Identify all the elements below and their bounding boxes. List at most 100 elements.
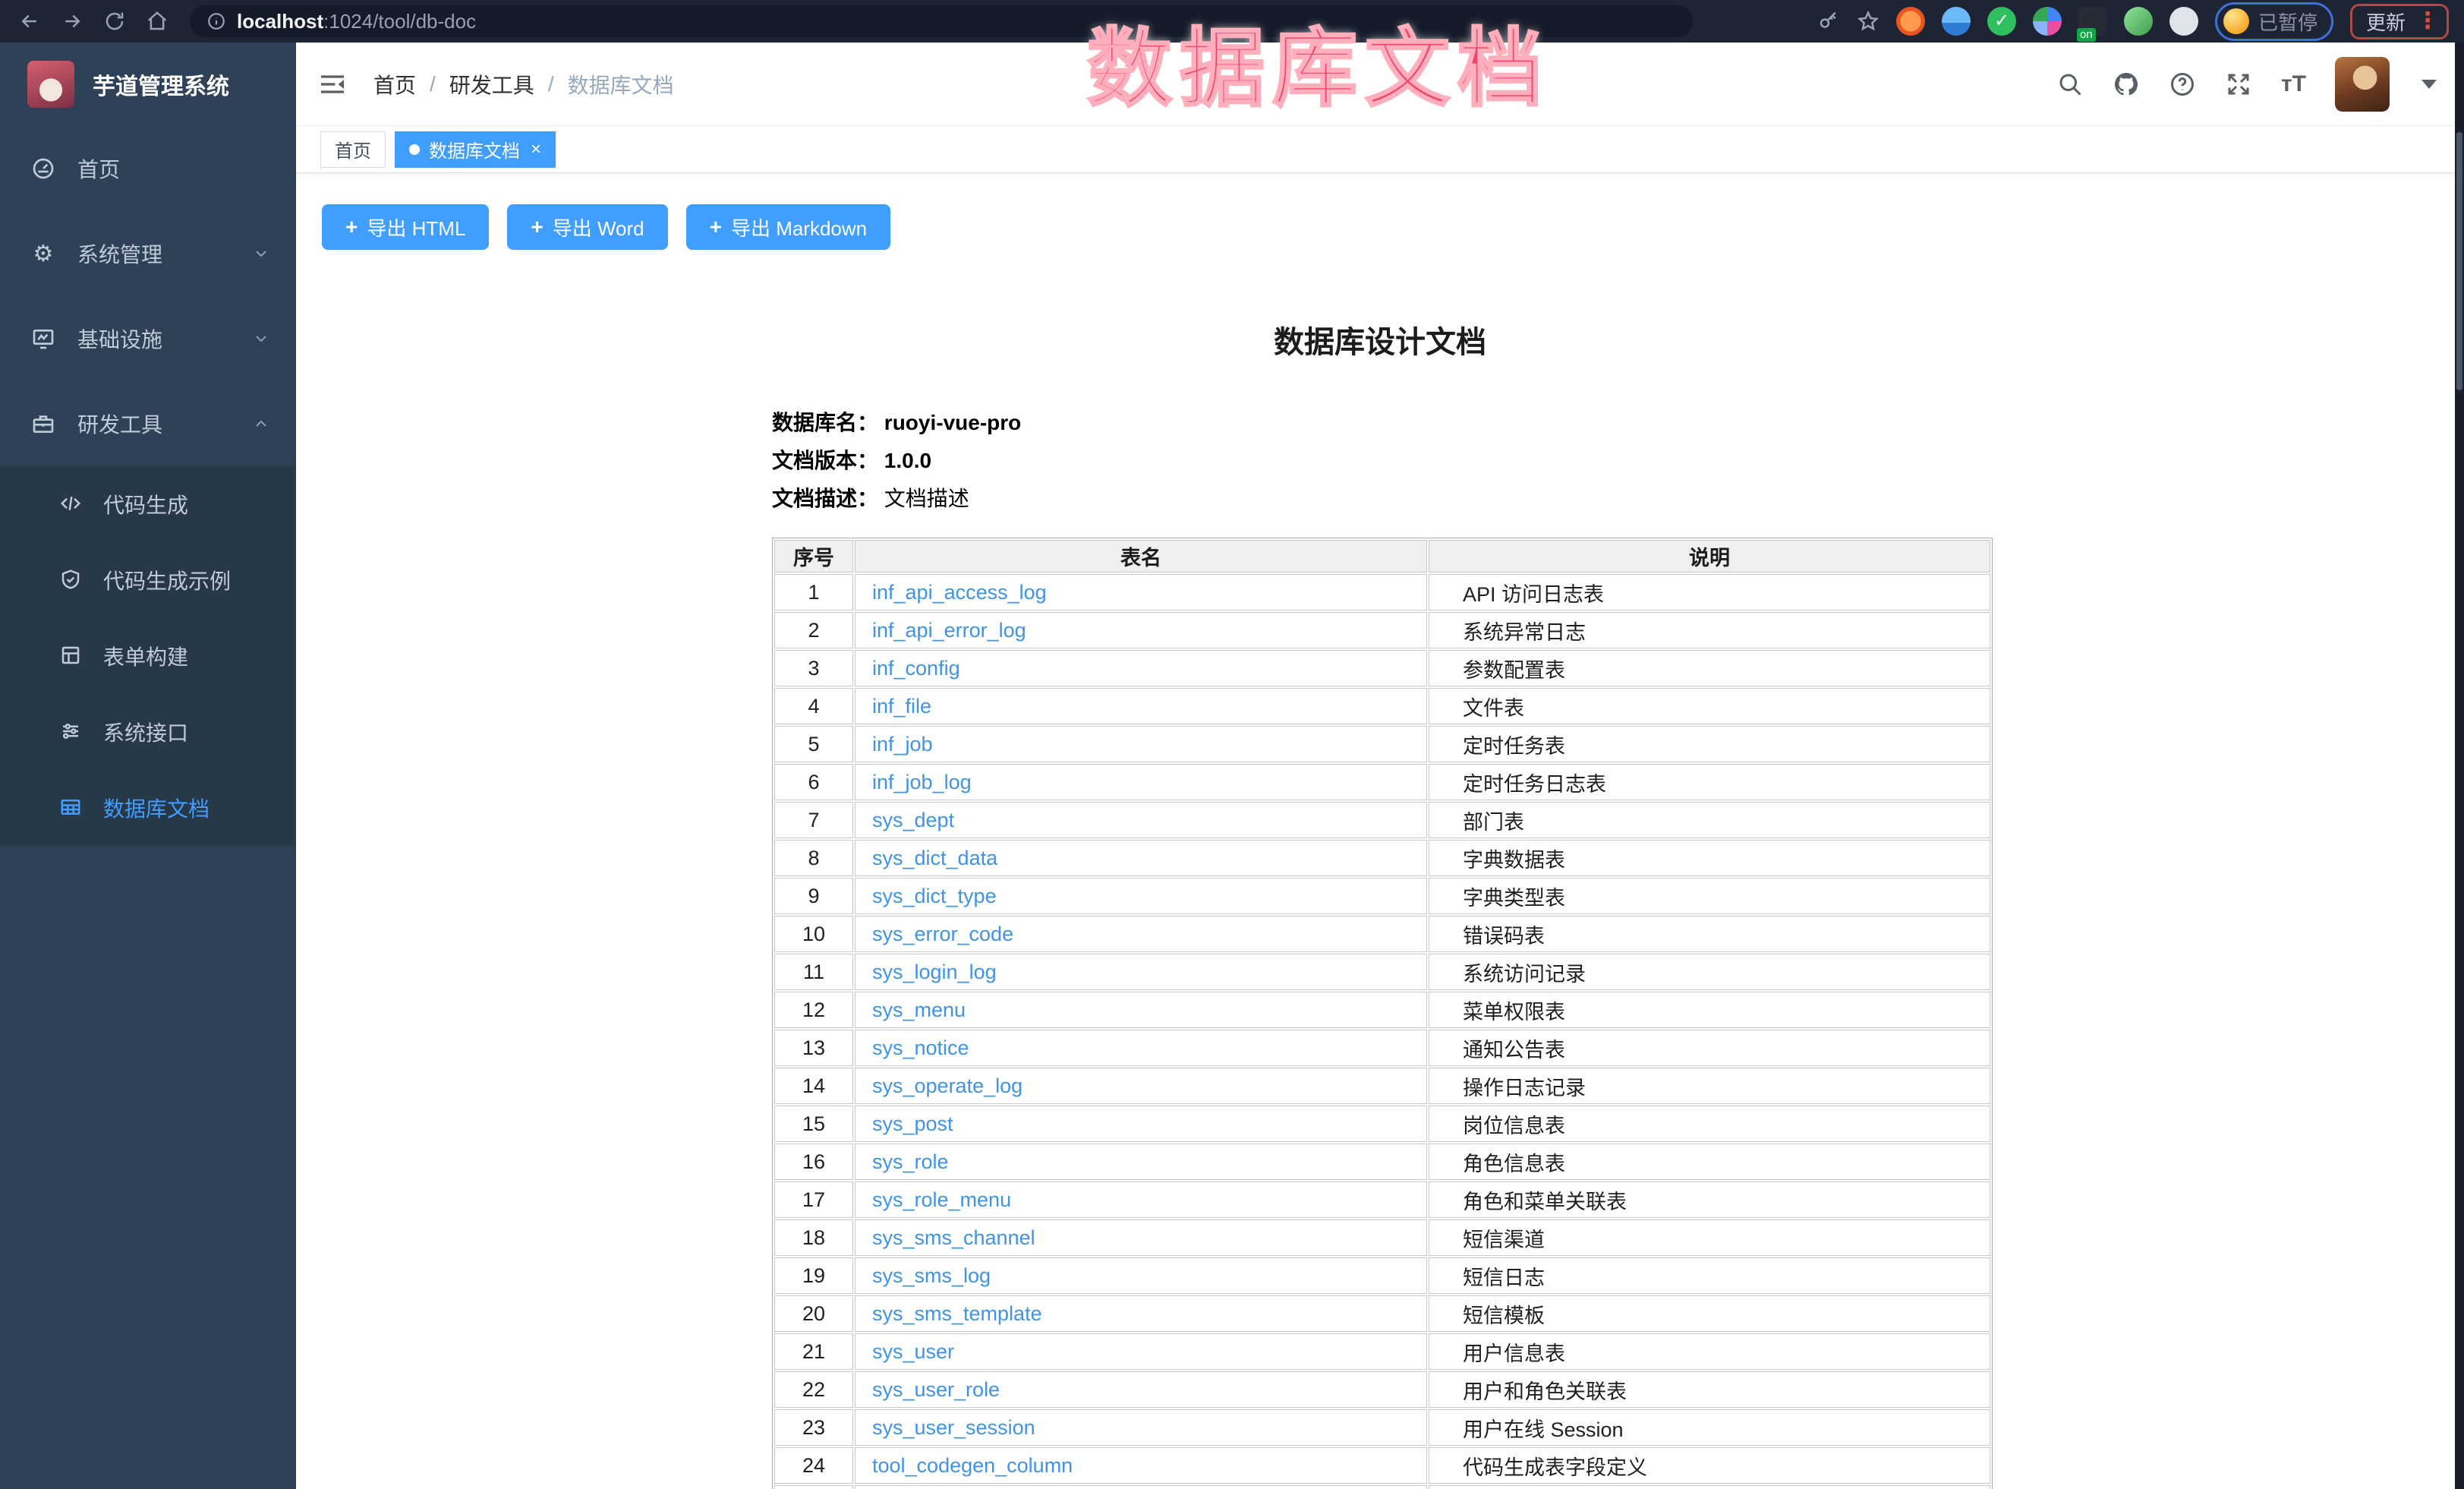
table-name-link[interactable]: inf_api_error_log bbox=[872, 619, 1026, 642]
tag-home[interactable]: 首页 bbox=[320, 131, 386, 168]
row-index: 18 bbox=[774, 1219, 853, 1256]
window-scrollbar[interactable] bbox=[2455, 43, 2464, 1489]
paused-label: 已暂停 bbox=[2258, 8, 2317, 36]
main-area: 首页 / 研发工具 / 数据库文档 тT 首页 bbox=[296, 43, 2464, 1489]
table-header-row: 序号 表名 说明 bbox=[774, 540, 1990, 573]
forward-icon[interactable] bbox=[61, 10, 83, 33]
table-name-link[interactable]: inf_api_access_log bbox=[872, 581, 1047, 604]
export-word-button[interactable]: + 导出 Word bbox=[507, 204, 667, 250]
back-icon[interactable] bbox=[18, 10, 41, 33]
row-index: 19 bbox=[774, 1257, 853, 1294]
row-description: 角色信息表 bbox=[1429, 1144, 1990, 1180]
table-name-link[interactable]: sys_login_log bbox=[872, 961, 997, 983]
tag-db-doc[interactable]: 数据库文档 × bbox=[395, 131, 556, 168]
browser-update-button[interactable]: 更新 ⋮ bbox=[2350, 4, 2449, 39]
table-name-link[interactable]: sys_operate_log bbox=[872, 1074, 1022, 1097]
paused-extension-badge[interactable]: 已暂停 bbox=[2215, 2, 2333, 41]
shield-check-icon bbox=[59, 568, 83, 592]
table-name-link[interactable]: sys_dict_data bbox=[872, 847, 997, 869]
browser-toolbar: localhost:1024/tool/db-doc 已暂停 更新 ⋮ bbox=[0, 0, 2464, 43]
sidebar-item-codegen[interactable]: 代码生成 bbox=[0, 466, 296, 542]
table-name-link[interactable]: sys_error_code bbox=[872, 923, 1013, 945]
font-size-icon[interactable]: тT bbox=[2281, 71, 2306, 97]
sidebar-item-form-builder[interactable]: 表单构建 bbox=[0, 618, 296, 694]
sidebar-item-api[interactable]: 系统接口 bbox=[0, 694, 296, 770]
table-name-link[interactable]: sys_user bbox=[872, 1340, 954, 1363]
extension-icon-on-badge[interactable] bbox=[2078, 7, 2107, 36]
breadcrumb: 首页 / 研发工具 / 数据库文档 bbox=[373, 69, 674, 99]
url-host: localhost bbox=[237, 10, 323, 33]
reload-icon[interactable] bbox=[103, 10, 126, 33]
search-icon[interactable] bbox=[2056, 71, 2084, 98]
address-bar[interactable]: localhost:1024/tool/db-doc bbox=[190, 5, 1693, 37]
extension-icon-puzzle[interactable] bbox=[2169, 7, 2198, 36]
extension-icon-green-check[interactable] bbox=[1987, 7, 2016, 36]
row-table-name-cell: sys_user bbox=[855, 1333, 1427, 1370]
sidebar-item-system[interactable]: ⚙ 系统管理 bbox=[0, 211, 296, 296]
user-menu-caret-icon[interactable] bbox=[2421, 80, 2437, 89]
row-table-name-cell: sys_sms_template bbox=[855, 1295, 1427, 1332]
table-name-link[interactable]: inf_file bbox=[872, 695, 931, 718]
extension-icon-leaf[interactable] bbox=[2124, 7, 2153, 36]
sidebar-item-infra[interactable]: 基础设施 bbox=[0, 296, 296, 381]
password-key-icon[interactable] bbox=[1817, 10, 1840, 33]
table-name-link[interactable]: sys_menu bbox=[872, 998, 966, 1021]
row-table-name-cell: inf_job_log bbox=[855, 764, 1427, 800]
row-table-name-cell: inf_job bbox=[855, 726, 1427, 762]
bookmark-star-icon[interactable] bbox=[1857, 10, 1880, 33]
sidebar-item-codegen-demo[interactable]: 代码生成示例 bbox=[0, 542, 296, 618]
browser-menu-icon[interactable]: ⋮ bbox=[2416, 10, 2439, 33]
row-description: 通知公告表 bbox=[1429, 1030, 1990, 1066]
sidebar-item-label: 系统管理 bbox=[77, 238, 162, 269]
table-name-link[interactable]: tool_codegen_column bbox=[872, 1454, 1073, 1477]
table-name-link[interactable]: sys_post bbox=[872, 1112, 953, 1135]
help-icon[interactable] bbox=[2169, 71, 2196, 98]
scrollbar-thumb[interactable] bbox=[2456, 132, 2462, 390]
table-name-link[interactable]: sys_sms_log bbox=[872, 1264, 991, 1287]
sidebar-item-db-doc[interactable]: 数据库文档 bbox=[0, 770, 296, 846]
table-name-link[interactable]: sys_user_session bbox=[872, 1416, 1035, 1439]
table-name-link[interactable]: sys_notice bbox=[872, 1036, 969, 1059]
hamburger-icon[interactable] bbox=[317, 69, 348, 99]
app-logo-row[interactable]: 芋道管理系统 bbox=[0, 43, 296, 126]
active-tag-dot bbox=[409, 144, 420, 155]
url-path: :1024/tool/db-doc bbox=[323, 10, 476, 33]
row-table-name-cell: sys_dict_data bbox=[855, 840, 1427, 876]
table-name-link[interactable]: sys_role bbox=[872, 1150, 949, 1173]
table-name-link[interactable]: sys_dept bbox=[872, 809, 954, 831]
row-index: 4 bbox=[774, 688, 853, 724]
code-icon bbox=[59, 492, 83, 516]
home-icon[interactable] bbox=[146, 10, 169, 33]
row-description: 操作日志记录 bbox=[1429, 1068, 1990, 1104]
table-name-link[interactable]: sys_user_role bbox=[872, 1378, 1000, 1401]
row-description: 文件表 bbox=[1429, 688, 1990, 724]
row-table-name-cell: sys_role bbox=[855, 1144, 1427, 1180]
table-name-link[interactable]: sys_sms_channel bbox=[872, 1226, 1035, 1249]
row-index: 13 bbox=[774, 1030, 853, 1066]
row-index: 7 bbox=[774, 802, 853, 838]
export-markdown-button[interactable]: + 导出 Markdown bbox=[686, 204, 891, 250]
dashboard-icon bbox=[30, 156, 56, 181]
avatar[interactable] bbox=[2335, 57, 2390, 112]
extension-icon-pin[interactable] bbox=[1942, 7, 1971, 36]
site-info-icon bbox=[206, 11, 226, 31]
table-name-link[interactable]: sys_role_menu bbox=[872, 1188, 1011, 1211]
breadcrumb-devtools[interactable]: 研发工具 bbox=[449, 69, 534, 99]
close-icon[interactable]: × bbox=[531, 140, 541, 159]
sidebar-item-home[interactable]: 首页 bbox=[0, 126, 296, 211]
table-name-link[interactable]: inf_job bbox=[872, 733, 933, 756]
row-description: 系统访问记录 bbox=[1429, 954, 1990, 990]
extension-icon-grid[interactable] bbox=[2033, 7, 2062, 36]
sidebar-item-devtools[interactable]: 研发工具 bbox=[0, 381, 296, 466]
table-name-link[interactable]: sys_dict_type bbox=[872, 885, 997, 907]
row-index: 22 bbox=[774, 1371, 853, 1408]
breadcrumb-home[interactable]: 首页 bbox=[373, 69, 416, 99]
extension-icon-orange[interactable] bbox=[1896, 7, 1925, 36]
table-name-link[interactable]: sys_sms_template bbox=[872, 1302, 1042, 1325]
fullscreen-icon[interactable] bbox=[2225, 71, 2252, 98]
github-icon[interactable] bbox=[2113, 71, 2140, 98]
table-name-link[interactable]: inf_config bbox=[872, 657, 960, 680]
export-html-button[interactable]: + 导出 HTML bbox=[322, 204, 489, 250]
row-table-name-cell: tool_codegen_column bbox=[855, 1447, 1427, 1484]
table-name-link[interactable]: inf_job_log bbox=[872, 771, 972, 793]
